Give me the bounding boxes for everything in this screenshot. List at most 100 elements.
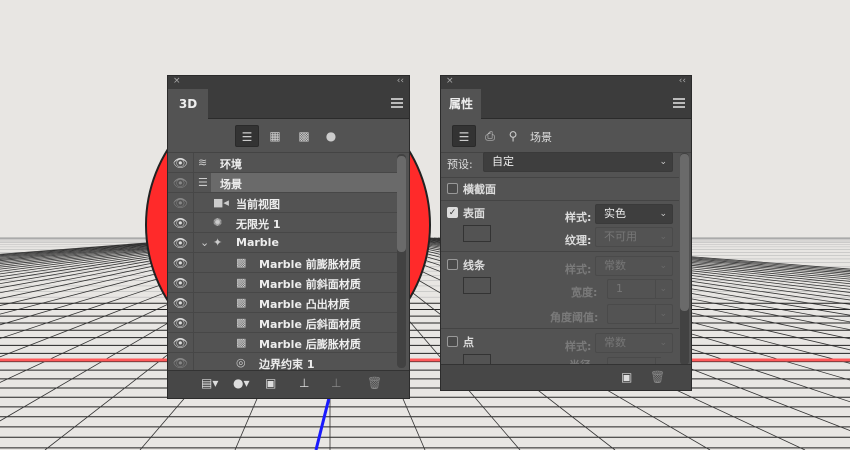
render-icon[interactable]: ▣ bbox=[621, 370, 632, 384]
close-icon[interactable]: × bbox=[446, 76, 454, 86]
layer-row[interactable]: 👁 ✺ 无限光 1 bbox=[168, 213, 397, 233]
tab-3d[interactable]: 3D bbox=[168, 89, 208, 119]
visibility-eye-icon[interactable]: 👁 bbox=[168, 193, 194, 213]
layer-row[interactable]: 👁 ■◂ 当前视图 bbox=[168, 193, 397, 213]
drop-to-ground-icon[interactable]: ⊥ bbox=[299, 376, 309, 390]
layer-row[interactable]: 👁 ▩ Marble 凸出材质 bbox=[168, 293, 397, 313]
surface-checkbox[interactable]: ✓ bbox=[447, 207, 458, 218]
material-icon: ▩ bbox=[236, 316, 247, 329]
layer-row[interactable]: 👁 ◎ 边界约束 1 bbox=[168, 353, 397, 370]
visibility-eye-icon[interactable]: 👁 bbox=[168, 313, 194, 333]
visibility-eye-icon[interactable]: 👁 bbox=[168, 173, 194, 193]
add-mesh-icon[interactable]: ⎙ bbox=[478, 125, 502, 147]
chevron-down-icon[interactable]: ⌄ bbox=[200, 236, 209, 249]
constraint-icon: ◎ bbox=[236, 356, 246, 369]
visibility-eye-icon[interactable]: 👁 bbox=[168, 333, 194, 353]
lines-color-swatch[interactable] bbox=[463, 277, 491, 294]
visibility-eye-icon[interactable]: 👁 bbox=[168, 253, 194, 273]
remove-constraint-icon[interactable]: ⊥ bbox=[331, 376, 341, 390]
scene-filter-icon[interactable]: ☰ bbox=[235, 125, 259, 147]
lines-style-select[interactable]: 常数 ⌄ bbox=[595, 256, 673, 276]
layer-row[interactable]: 👁 ▩ Marble 前膨胀材质 bbox=[168, 253, 397, 273]
layer-label: Marble 前斜面材质 bbox=[259, 278, 361, 291]
material-icon: ▩ bbox=[236, 276, 247, 289]
points-label: 点 bbox=[463, 336, 474, 349]
layer-label: 场景 bbox=[220, 178, 242, 191]
layer-row[interactable]: 👁 ▩ Marble 前斜面材质 bbox=[168, 273, 397, 293]
angle-threshold-label: 角度阈值: bbox=[550, 311, 599, 324]
material-icon: ▩ bbox=[236, 336, 247, 349]
3d-viewport[interactable] bbox=[0, 0, 850, 450]
surface-style-label: 样式: bbox=[565, 211, 592, 224]
scene-icon: ☰ bbox=[198, 176, 208, 189]
ground-plane-grid bbox=[0, 237, 850, 450]
texture-select[interactable]: 不可用 ⌄ bbox=[595, 227, 673, 247]
points-radius-field[interactable] bbox=[607, 357, 661, 364]
mesh-icon: ✦ bbox=[213, 236, 223, 249]
layer-label: Marble 后膨胀材质 bbox=[259, 338, 361, 351]
angle-threshold-field[interactable]: ⌄ bbox=[607, 304, 673, 324]
lines-width-label: 宽度: bbox=[571, 286, 598, 299]
close-icon[interactable]: × bbox=[173, 76, 181, 86]
layer-label: 环境 bbox=[220, 158, 242, 171]
layer-label: 无限光 1 bbox=[236, 218, 281, 231]
layer-row[interactable]: 👁 ▩ Marble 后斜面材质 bbox=[168, 313, 397, 333]
visibility-eye-icon[interactable]: 👁 bbox=[168, 273, 194, 293]
points-checkbox[interactable] bbox=[447, 336, 458, 347]
layer-row[interactable]: 👁 ⌄ ✦ Marble bbox=[168, 233, 397, 253]
material-icon: ▩ bbox=[236, 296, 247, 309]
render-icon[interactable]: ▣ bbox=[265, 376, 276, 390]
mesh-filter-icon[interactable]: ▦ bbox=[263, 125, 287, 147]
layer-label: Marble 前膨胀材质 bbox=[259, 258, 361, 271]
lines-style-label: 样式: bbox=[565, 263, 592, 276]
visibility-eye-icon[interactable]: 👁 bbox=[168, 153, 194, 173]
surface-color-swatch[interactable] bbox=[463, 225, 491, 242]
tab-properties[interactable]: 属性 bbox=[441, 89, 481, 119]
layer-row[interactable]: 👁 ☰ 场景 bbox=[168, 173, 397, 193]
layer-label: Marble 后斜面材质 bbox=[259, 318, 361, 331]
scrollbar[interactable] bbox=[680, 153, 689, 365]
panel-titlebar[interactable]: × ‹‹ bbox=[168, 76, 409, 89]
z-axis-line bbox=[314, 397, 331, 450]
preset-label: 预设: bbox=[447, 158, 473, 171]
points-style-label: 样式: bbox=[565, 340, 592, 353]
layer-row[interactable]: 👁 ▩ Marble 后膨胀材质 bbox=[168, 333, 397, 353]
section-label: 场景 bbox=[530, 131, 552, 144]
panel-menu-icon[interactable] bbox=[391, 98, 403, 108]
points-style-select[interactable]: 常数 ⌄ bbox=[595, 333, 673, 353]
3d-panel: × ‹‹ 3D ☰ ▦ ▩ ● 👁 ≋ 环境 👁 ☰ 场景 👁 ■◂ 当前视图 👁 ✺ 无限光 1 👁 ⌄… bbox=[167, 75, 410, 399]
cross-section-checkbox[interactable] bbox=[447, 183, 458, 194]
collapse-icon[interactable]: ‹‹ bbox=[679, 76, 686, 86]
texture-label: 纹理: bbox=[565, 234, 592, 247]
visibility-eye-icon[interactable]: 👁 bbox=[168, 353, 194, 370]
new-mesh-icon[interactable]: ▤▾ bbox=[201, 376, 218, 390]
visibility-eye-icon[interactable]: 👁 bbox=[168, 233, 194, 253]
lines-width-field[interactable]: 1 ⌄ bbox=[607, 279, 673, 299]
panel-titlebar[interactable]: × ‹‹ bbox=[441, 76, 691, 89]
surface-label: 表面 bbox=[463, 207, 485, 220]
surface-style-select[interactable]: 实色 ⌄ bbox=[595, 204, 673, 224]
layer-label: 边界约束 1 bbox=[259, 358, 315, 370]
layer-label: 当前视图 bbox=[236, 198, 280, 211]
trash-icon[interactable]: 🗑 bbox=[650, 370, 665, 384]
cross-section-label: 横截面 bbox=[463, 183, 496, 196]
layer-row[interactable]: 👁 ≋ 环境 bbox=[168, 153, 397, 173]
properties-panel: × ‹‹ 属性 ☰ ⎙ ⚲ 场景 预设: 自定 ⌄ 横截面 ✓ 表面 样式: 实色… bbox=[440, 75, 692, 391]
scene-icon[interactable]: ☰ bbox=[452, 125, 476, 147]
panel-menu-icon[interactable] bbox=[673, 98, 685, 108]
material-filter-icon[interactable]: ▩ bbox=[292, 125, 316, 147]
light-filter-icon[interactable]: ● bbox=[319, 125, 343, 147]
visibility-eye-icon[interactable]: 👁 bbox=[168, 213, 194, 233]
lines-label: 线条 bbox=[463, 259, 485, 272]
lines-checkbox[interactable] bbox=[447, 259, 458, 270]
trash-icon[interactable]: 🗑 bbox=[367, 376, 382, 390]
camera-icon: ■◂ bbox=[213, 196, 229, 209]
light-icon: ✺ bbox=[213, 216, 223, 229]
collapse-icon[interactable]: ‹‹ bbox=[397, 76, 404, 86]
preset-select[interactable]: 自定 ⌄ bbox=[483, 152, 673, 172]
points-color-swatch[interactable] bbox=[463, 354, 491, 364]
scrollbar[interactable] bbox=[397, 154, 406, 368]
visibility-eye-icon[interactable]: 👁 bbox=[168, 293, 194, 313]
new-light-icon[interactable]: ●▾ bbox=[233, 376, 250, 390]
coordinates-icon[interactable]: ⚲ bbox=[501, 125, 525, 147]
